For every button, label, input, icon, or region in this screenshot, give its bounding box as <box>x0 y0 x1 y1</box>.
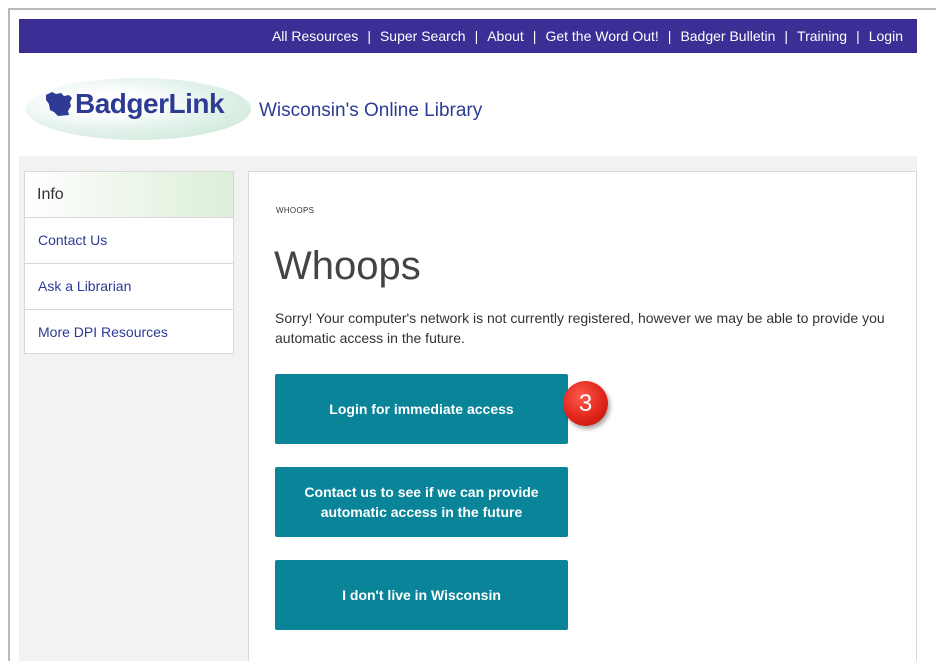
nav-all-resources[interactable]: All Resources <box>272 28 358 44</box>
top-nav: All Resources | Super Search | About | G… <box>19 19 917 53</box>
nav-super-search[interactable]: Super Search <box>380 28 466 44</box>
sidebar-item-ask-a-librarian[interactable]: Ask a Librarian <box>25 264 233 310</box>
logo[interactable]: BadgerLink <box>75 88 225 120</box>
nav-training[interactable]: Training <box>797 28 847 44</box>
site-tagline: Wisconsin's Online Library <box>259 100 483 121</box>
sidebar-heading: Info <box>25 172 233 218</box>
step-number-badge: 3 <box>563 381 608 426</box>
nav-separator: | <box>532 28 537 44</box>
sidebar: Info Contact Us Ask a Librarian More DPI… <box>24 171 234 354</box>
breadcrumb: WHOOPS <box>276 206 315 215</box>
nav-separator: | <box>667 28 672 44</box>
nav-login[interactable]: Login <box>869 28 903 44</box>
sidebar-item-more-dpi-resources[interactable]: More DPI Resources <box>25 310 233 355</box>
nav-separator: | <box>856 28 860 44</box>
error-message: Sorry! Your computer's network is not cu… <box>275 310 885 346</box>
nav-separator: | <box>367 28 371 44</box>
wisconsin-state-icon <box>46 92 72 116</box>
contact-automatic-access-button[interactable]: Contact us to see if we can provide auto… <box>275 467 568 537</box>
sidebar-item-contact-us[interactable]: Contact Us <box>25 218 233 264</box>
nav-get-the-word-out[interactable]: Get the Word Out! <box>545 28 658 44</box>
page-title: Whoops <box>274 244 421 288</box>
nav-separator: | <box>784 28 789 44</box>
nav-separator: | <box>474 28 479 44</box>
nav-badger-bulletin[interactable]: Badger Bulletin <box>680 28 775 44</box>
not-in-wisconsin-button[interactable]: I don't live in Wisconsin <box>275 560 568 630</box>
login-immediate-access-button[interactable]: Login for immediate access <box>275 374 568 444</box>
nav-about[interactable]: About <box>487 28 524 44</box>
